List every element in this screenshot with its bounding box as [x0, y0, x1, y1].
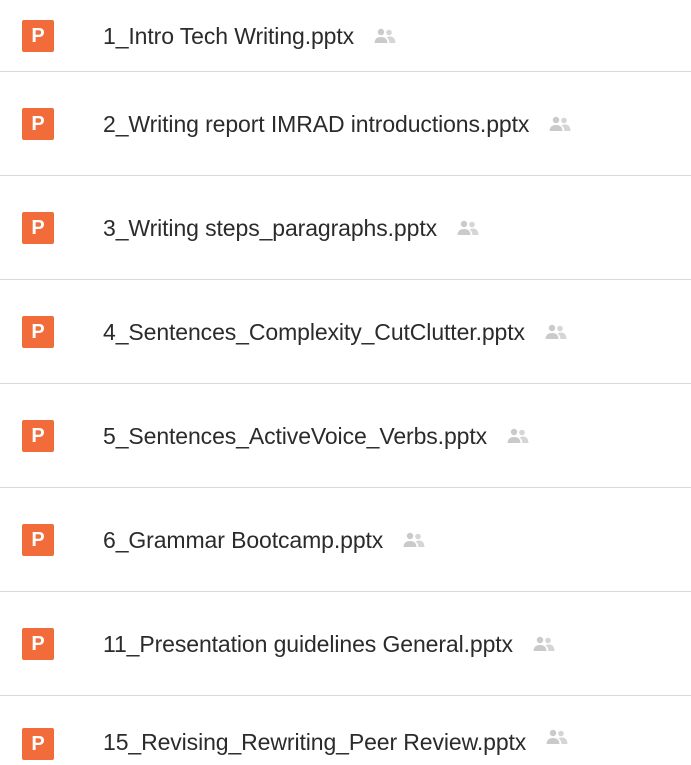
file-row[interactable]: P 15_Revising_Rewriting_Peer Review.pptx [0, 696, 691, 765]
file-name[interactable]: 5_Sentences_ActiveVoice_Verbs.pptx [103, 422, 487, 450]
file-name[interactable]: 11_Presentation guidelines General.pptx [103, 630, 513, 658]
file-row[interactable]: P 4_Sentences_Complexity_CutClutter.pptx [0, 280, 691, 384]
file-name[interactable]: 1_Intro Tech Writing.pptx [103, 22, 354, 50]
file-row[interactable]: P 6_Grammar Bootcamp.pptx [0, 488, 691, 592]
powerpoint-file-icon: P [22, 20, 54, 52]
powerpoint-file-icon: P [22, 212, 54, 244]
file-row[interactable]: P 3_Writing steps_paragraphs.pptx [0, 176, 691, 280]
file-row[interactable]: P 11_Presentation guidelines General.ppt… [0, 592, 691, 696]
powerpoint-file-icon: P [22, 108, 54, 140]
file-name[interactable]: 15_Revising_Rewriting_Peer Review.pptx [103, 728, 526, 756]
file-row[interactable]: P 1_Intro Tech Writing.pptx [0, 0, 691, 72]
file-row[interactable]: P 2_Writing report IMRAD introductions.p… [0, 72, 691, 176]
file-name[interactable]: 3_Writing steps_paragraphs.pptx [103, 214, 437, 242]
shared-people-icon [546, 729, 568, 744]
file-row[interactable]: P 5_Sentences_ActiveVoice_Verbs.pptx [0, 384, 691, 488]
shared-people-icon [507, 428, 529, 443]
powerpoint-file-icon: P [22, 316, 54, 348]
powerpoint-file-icon: P [22, 524, 54, 556]
powerpoint-file-icon: P [22, 420, 54, 452]
file-name[interactable]: 6_Grammar Bootcamp.pptx [103, 526, 383, 554]
shared-people-icon [457, 220, 479, 235]
shared-people-icon [545, 324, 567, 339]
file-list: P 1_Intro Tech Writing.pptx P 2_Writing … [0, 0, 691, 761]
shared-people-icon [549, 116, 571, 131]
shared-people-icon [374, 28, 396, 43]
file-name[interactable]: 2_Writing report IMRAD introductions.ppt… [103, 110, 529, 138]
file-name[interactable]: 4_Sentences_Complexity_CutClutter.pptx [103, 318, 525, 346]
powerpoint-file-icon: P [22, 628, 54, 660]
powerpoint-file-icon: P [22, 728, 54, 760]
shared-people-icon [403, 532, 425, 547]
shared-people-icon [533, 636, 555, 651]
